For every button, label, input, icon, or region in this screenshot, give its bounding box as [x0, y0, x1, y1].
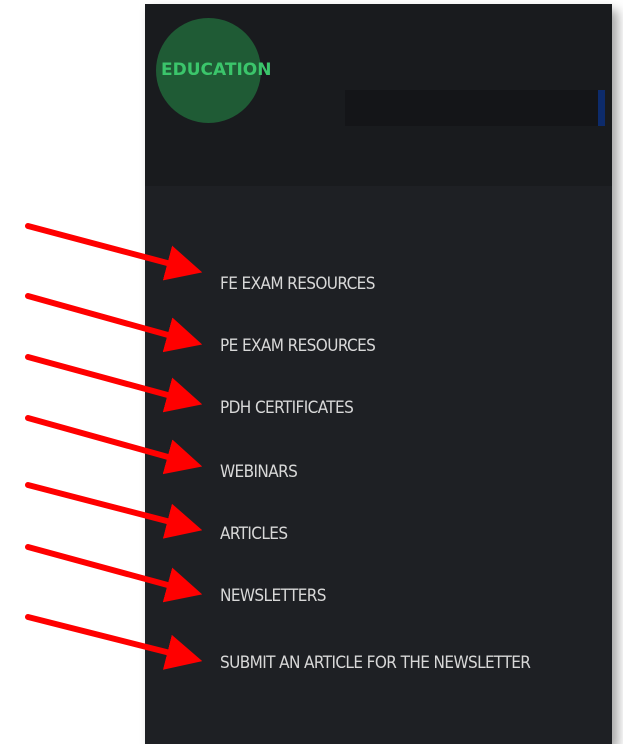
- menu-item-pe-exam-resources[interactable]: PE EXAM RESOURCES: [220, 334, 580, 358]
- search-bar[interactable]: [345, 90, 605, 126]
- menu-item-fe-exam-resources[interactable]: FE EXAM RESOURCES: [220, 272, 580, 296]
- screenshot-stage: EDUCATION FE EXAM RESOURCES PE EXAM RESO…: [0, 0, 623, 744]
- search-button-edge[interactable]: [598, 90, 605, 126]
- menu-item-label: ARTICLES: [220, 524, 288, 544]
- menu-item-label: SUBMIT AN ARTICLE FOR THE NEWSLETTER: [220, 653, 531, 673]
- panel-header: EDUCATION: [145, 4, 612, 186]
- menu-item-pdh-certificates[interactable]: PDH CERTIFICATES: [220, 396, 580, 420]
- section-title: EDUCATION: [161, 60, 272, 80]
- menu-item-label: PE EXAM RESOURCES: [220, 336, 376, 356]
- menu-item-label: NEWSLETTERS: [220, 586, 327, 606]
- menu-item-submit-article[interactable]: SUBMIT AN ARTICLE FOR THE NEWSLETTER: [220, 651, 550, 675]
- menu-item-label: PDH CERTIFICATES: [220, 398, 354, 418]
- menu-item-label: FE EXAM RESOURCES: [220, 274, 375, 294]
- menu-item-newsletters[interactable]: NEWSLETTERS: [220, 584, 580, 608]
- education-menu-panel: EDUCATION FE EXAM RESOURCES PE EXAM RESO…: [145, 4, 612, 744]
- menu-item-label: WEBINARS: [220, 462, 298, 482]
- menu-item-webinars[interactable]: WEBINARS: [220, 460, 580, 484]
- menu-item-articles[interactable]: ARTICLES: [220, 522, 580, 546]
